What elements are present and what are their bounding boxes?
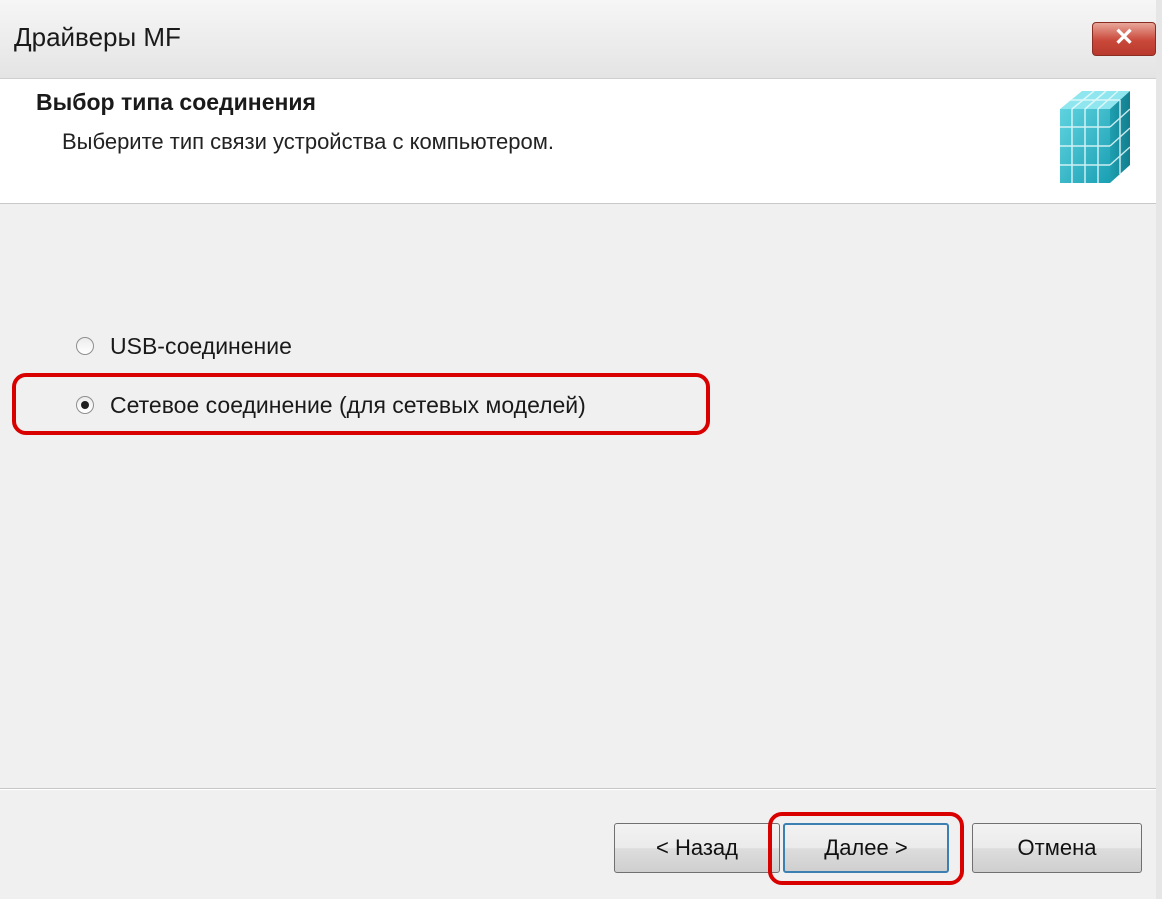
installer-window: Драйверы MF ✕ Выбор типа соединения Выбе… [0,0,1162,899]
product-cube-icon [1060,90,1131,183]
window-title: Драйверы MF [14,22,181,52]
back-button[interactable]: < Назад [614,823,780,873]
highlight-network-option [12,373,710,435]
page-subtitle: Выберите тип связи устройства с компьюте… [62,129,554,154]
cancel-button[interactable]: Отмена [972,823,1142,873]
highlight-next-button [768,812,964,885]
usb-radio-button[interactable] [76,337,94,355]
window-border [1156,0,1162,899]
footer-divider [0,788,1162,790]
close-icon: ✕ [1113,24,1135,51]
page-title: Выбор типа соединения [36,89,316,115]
usb-connection-option[interactable]: USB-соединение [76,326,292,366]
close-button[interactable]: ✕ [1092,22,1156,56]
connection-options-panel [0,204,1162,786]
usb-option-label[interactable]: USB-соединение [110,333,292,360]
wizard-header: Выбор типа соединения Выберите тип связи… [0,79,1162,204]
title-bar: Драйверы MF ✕ [0,0,1162,79]
